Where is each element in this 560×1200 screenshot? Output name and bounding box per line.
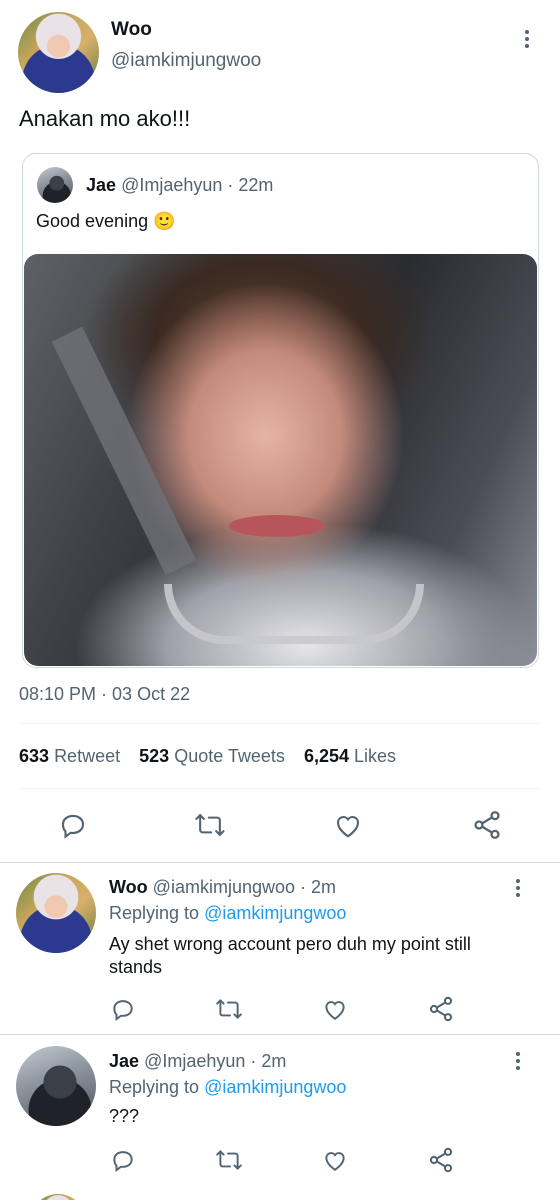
photo-necklace bbox=[164, 584, 424, 644]
retweet-icon[interactable] bbox=[215, 996, 243, 1022]
quoted-tweet-text: Good evening bbox=[36, 211, 149, 231]
divider bbox=[19, 723, 541, 724]
reply-text: ??? bbox=[109, 1106, 140, 1126]
main-tweet-display-name[interactable]: Woo bbox=[111, 19, 152, 41]
share-icon[interactable] bbox=[427, 995, 455, 1023]
quoted-tweet-card[interactable]: Jae @Imjaehyun · 22m Good evening 🙂 bbox=[22, 153, 539, 668]
replying-to-label: Replying to bbox=[109, 1077, 200, 1097]
like-icon[interactable] bbox=[333, 811, 363, 839]
reply-text: Ay shet wrong account pero duh my point … bbox=[109, 934, 471, 977]
photo-seatbelt bbox=[51, 326, 197, 576]
photo-lips bbox=[229, 515, 325, 537]
quoted-tweet-handle: @Imjaehyun bbox=[121, 175, 223, 195]
main-tweet-more-icon[interactable] bbox=[524, 30, 530, 48]
share-icon[interactable] bbox=[471, 809, 503, 841]
replying-to-label: Replying to bbox=[109, 903, 200, 923]
main-tweet-text: Anakan mo ako!!! bbox=[19, 106, 191, 131]
divider bbox=[0, 1034, 560, 1035]
reply-icon[interactable] bbox=[110, 996, 136, 1022]
retweets-stat[interactable]: 633 Retweet bbox=[19, 746, 125, 766]
replying-to-link[interactable]: @iamkimjungwoo bbox=[204, 1077, 346, 1097]
reply-avatar[interactable] bbox=[16, 873, 96, 953]
like-icon[interactable] bbox=[322, 997, 348, 1021]
quoted-tweet-time: · 22m bbox=[227, 175, 274, 195]
quotes-count: 523 bbox=[139, 746, 170, 766]
reply-more-icon[interactable] bbox=[515, 1052, 521, 1070]
quoted-tweet-display-name: Jae bbox=[86, 175, 117, 195]
likes-label: Likes bbox=[354, 746, 397, 766]
reply-handle[interactable]: @iamkimjungwoo bbox=[153, 877, 295, 897]
reply-handle[interactable]: @Imjaehyun bbox=[144, 1051, 245, 1071]
reply-icon[interactable] bbox=[110, 1147, 136, 1173]
reply-icon[interactable] bbox=[58, 810, 88, 840]
main-tweet-timestamp[interactable]: 08:10 PM · 03 Oct 22 bbox=[19, 684, 190, 705]
quotes-stat[interactable]: 523 Quote Tweets bbox=[139, 746, 290, 766]
reply-display-name[interactable]: Woo bbox=[109, 877, 148, 897]
main-tweet-avatar[interactable] bbox=[18, 12, 99, 93]
retweet-icon[interactable] bbox=[194, 810, 226, 840]
replying-to-link[interactable]: @iamkimjungwoo bbox=[204, 903, 346, 923]
retweets-count: 633 bbox=[19, 746, 50, 766]
main-tweet-handle[interactable]: @iamkimjungwoo bbox=[111, 50, 261, 72]
likes-stat[interactable]: 6,254 Likes bbox=[304, 746, 396, 766]
reply-display-name[interactable]: Jae bbox=[109, 1051, 139, 1071]
reply-avatar[interactable] bbox=[16, 1046, 96, 1126]
reply-time: · 2m bbox=[300, 877, 337, 897]
divider bbox=[19, 788, 541, 789]
reply-time: · 2m bbox=[250, 1051, 287, 1071]
reply-more-icon[interactable] bbox=[515, 879, 521, 897]
smile-emoji-icon: 🙂 bbox=[153, 211, 176, 231]
share-icon[interactable] bbox=[427, 1146, 455, 1174]
likes-count: 6,254 bbox=[303, 746, 349, 766]
retweet-icon[interactable] bbox=[215, 1147, 243, 1173]
stats-row: 633 Retweet 523 Quote Tweets 6,254 Likes bbox=[19, 746, 396, 767]
like-icon[interactable] bbox=[322, 1148, 348, 1172]
divider bbox=[0, 862, 560, 863]
quoted-tweet-photo[interactable] bbox=[24, 254, 537, 666]
retweets-label: Retweet bbox=[54, 746, 121, 766]
quoted-tweet-avatar bbox=[37, 167, 73, 203]
next-reply-avatar[interactable] bbox=[30, 1194, 86, 1200]
quotes-label: Quote Tweets bbox=[174, 746, 285, 766]
